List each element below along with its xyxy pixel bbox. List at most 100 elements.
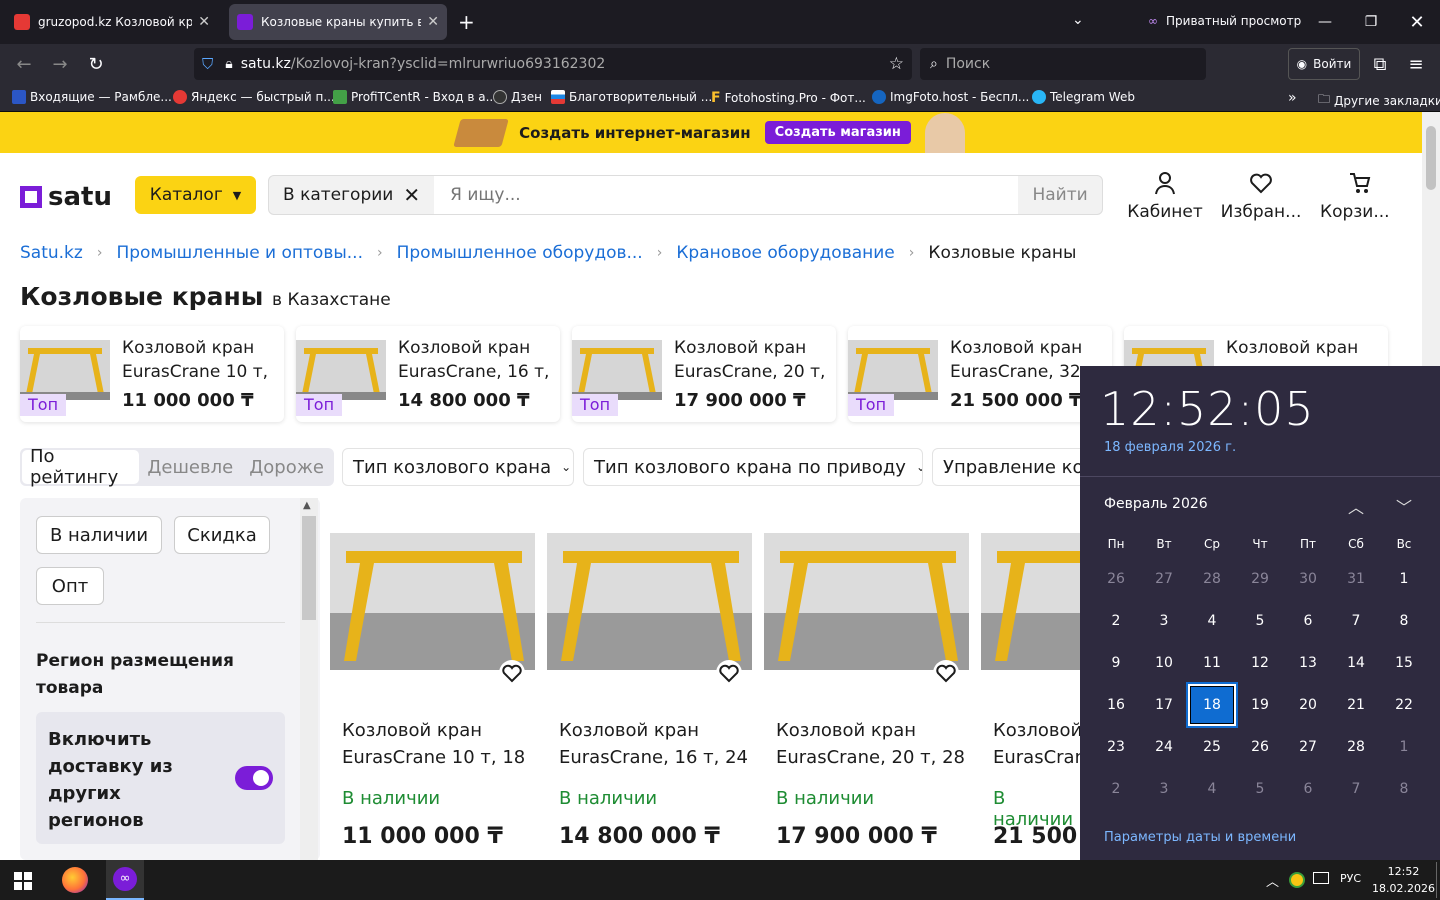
product-card[interactable]: Козловой кран EurasCrane В наличии 21 50… [981,500,1080,860]
windows-start-icon[interactable] [14,872,32,890]
calendar-day[interactable]: 31 [1332,558,1380,600]
category-scope-filter[interactable]: В категории ✕ [269,176,434,214]
calendar-day[interactable]: 7 [1332,768,1380,810]
calendar-day[interactable]: 13 [1284,642,1332,684]
filter-crane-type-dropdown[interactable]: Тип козлового крана ⌄ [342,448,574,486]
calendar-day[interactable]: 22 [1380,684,1428,726]
favorite-heart-icon[interactable] [716,660,742,686]
close-tab-icon[interactable]: ✕ [198,14,210,30]
sort-by-rating[interactable]: По рейтингу [22,446,140,488]
calendar-day[interactable]: 26 [1236,726,1284,768]
bookmark-star-icon[interactable]: ☆ [889,54,904,74]
calendar-day[interactable]: 4 [1188,600,1236,642]
url-bar[interactable]: ⛉ 🔒︎ satu.kz /Kozlovoj-kran?ysclid=mlrur… [194,48,912,80]
scroll-up-arrow-icon[interactable]: ▲ [303,500,311,511]
close-window-button[interactable]: ✕ [1394,0,1440,44]
calendar-day[interactable]: 10 [1140,642,1188,684]
calendar-month-label[interactable]: Февраль 2026 [1104,496,1208,512]
calendar-day[interactable]: 19 [1236,684,1284,726]
calendar-day[interactable]: 27 [1140,558,1188,600]
tab-satu-active[interactable]: Козловые краны купить в Каза ✕ [229,4,447,40]
in-stock-chip[interactable]: В наличии [36,516,162,554]
calendar-day[interactable]: 16 [1092,684,1140,726]
calendar-day[interactable]: 8 [1380,600,1428,642]
calendar-day[interactable]: 1 [1380,726,1428,768]
firefox-private-taskbar-button[interactable]: ∞ [106,860,144,900]
calendar-day[interactable]: 5 [1236,768,1284,810]
top-item-card[interactable]: Топ Козловой кран EurasCrane, 20 т, 17 9… [572,326,836,422]
product-name[interactable]: Козловой кран EurasCrane, 20 т, 28 [776,717,966,771]
calendar-day[interactable]: 6 [1284,768,1332,810]
input-language[interactable]: РУС [1340,872,1361,885]
product-card[interactable]: Козловой кран EurasCrane, 16 т, 24 В нал… [547,500,752,860]
calendar-day[interactable]: 14 [1332,642,1380,684]
extensions-icon[interactable]: ⧉ [1364,48,1396,80]
calendar-day[interactable]: 17 [1140,684,1188,726]
calendar-day[interactable]: 4 [1188,768,1236,810]
calendar-day[interactable]: 5 [1236,600,1284,642]
calendar-day[interactable]: 8 [1380,768,1428,810]
product-card[interactable]: Козловой кран EurasCrane, 20 т, 28 В нал… [764,500,969,860]
bookmark-item[interactable]: Яндекс — быстрый п... [173,90,335,104]
page-scrollbar-thumb[interactable] [1426,126,1436,190]
breadcrumb-link[interactable]: Крановое оборудование [676,243,894,263]
discount-chip[interactable]: Скидка [174,516,270,554]
favorite-heart-icon[interactable] [933,660,959,686]
calendar-day[interactable]: 28 [1188,558,1236,600]
bookmark-item[interactable]: Благотворительный ... [551,90,712,104]
top-item-card[interactable]: Топ Козловой кран EurasCrane, 16 т, 14 8… [296,326,560,422]
calendar-day[interactable]: 30 [1284,558,1332,600]
calendar-day[interactable]: 6 [1284,600,1332,642]
filter-control-dropdown[interactable]: Управление коз [932,448,1102,486]
product-name[interactable]: Козловой кран EurasCrane, 16 т, 24 [559,717,749,771]
sidebar-scrollbar[interactable]: ▲ [300,498,318,860]
firefox-icon[interactable] [62,867,88,893]
new-tab-plus-icon[interactable]: + [458,10,475,34]
top-item-card[interactable]: Топ Козловой кран EurasCrane 10 т, 11 00… [20,326,284,422]
calendar-day[interactable]: 2 [1092,600,1140,642]
bookmark-item[interactable]: Входящие — Рамбле... [12,90,172,104]
top-item-card[interactable]: Топ Козловой кран EurasCrane, 32 21 500 … [848,326,1112,422]
menu-hamburger-icon[interactable]: ≡ [1400,48,1432,80]
taskbar-clock[interactable]: 12:52 18.02.2026 [1372,863,1435,897]
cabinet-link[interactable]: Кабинет [1120,170,1210,222]
reload-icon[interactable]: ↻ [80,48,112,80]
calendar-day[interactable]: 20 [1284,684,1332,726]
calendar-day[interactable]: 24 [1140,726,1188,768]
catalog-button[interactable]: Каталог ▼ [135,176,256,214]
more-bookmarks-chevron-icon[interactable]: » [1288,90,1297,106]
filter-drive-type-dropdown[interactable]: Тип козлового крана по приводу ⌄ [583,448,923,486]
cart-link[interactable]: Корзи... [1312,170,1396,222]
tray-app-icon[interactable] [1289,872,1305,888]
flyout-date[interactable]: 18 февраля 2026 г. [1104,440,1236,455]
sort-cheaper[interactable]: Дешевле [139,450,241,484]
bookmark-item[interactable]: ProfiTCentR - Вход в а... [333,90,497,104]
product-name[interactable]: Козловой кран EurasCrane 10 т, 18 [342,717,532,771]
show-hidden-icons-chevron-icon[interactable]: ︿ [1266,871,1279,890]
date-time-settings-link[interactable]: Параметры даты и времени [1104,830,1296,845]
promo-banner[interactable]: Создать интернет-магазин Создать магазин [0,112,1422,153]
calendar-day[interactable]: 9 [1092,642,1140,684]
calendar-day[interactable]: 3 [1140,600,1188,642]
calendar-day[interactable]: 15 [1380,642,1428,684]
calendar-day-today[interactable]: 18 [1186,682,1238,728]
calendar-day[interactable]: 12 [1236,642,1284,684]
bookmark-item[interactable]: Дзен [493,90,542,104]
calendar-day[interactable]: 29 [1236,558,1284,600]
forward-arrow-icon[interactable]: → [44,48,76,80]
browser-search-input[interactable]: ⌕ Поиск [920,48,1206,80]
calendar-day[interactable]: 25 [1188,726,1236,768]
bookmark-item[interactable]: ImgFoto.host - Беспл... [872,90,1029,104]
delivery-toggle-switch[interactable] [235,766,273,790]
calendar-day[interactable]: 1 [1380,558,1428,600]
favorite-heart-icon[interactable] [499,660,525,686]
lock-icon[interactable]: 🔒︎ [225,56,232,72]
restore-button[interactable]: ❐ [1348,0,1394,44]
sidebar-scrollbar-thumb[interactable] [302,516,316,620]
breadcrumb-link[interactable]: Промышленные и оптовы... [116,243,363,263]
network-icon[interactable] [1313,872,1329,884]
product-card[interactable]: Козловой кран EurasCrane 10 т, 18 В нали… [330,500,535,860]
clear-scope-close-icon[interactable]: ✕ [403,183,420,207]
calendar-day[interactable]: 3 [1140,768,1188,810]
other-bookmarks[interactable]: 🗀︎ Другие закладки [1318,90,1440,111]
